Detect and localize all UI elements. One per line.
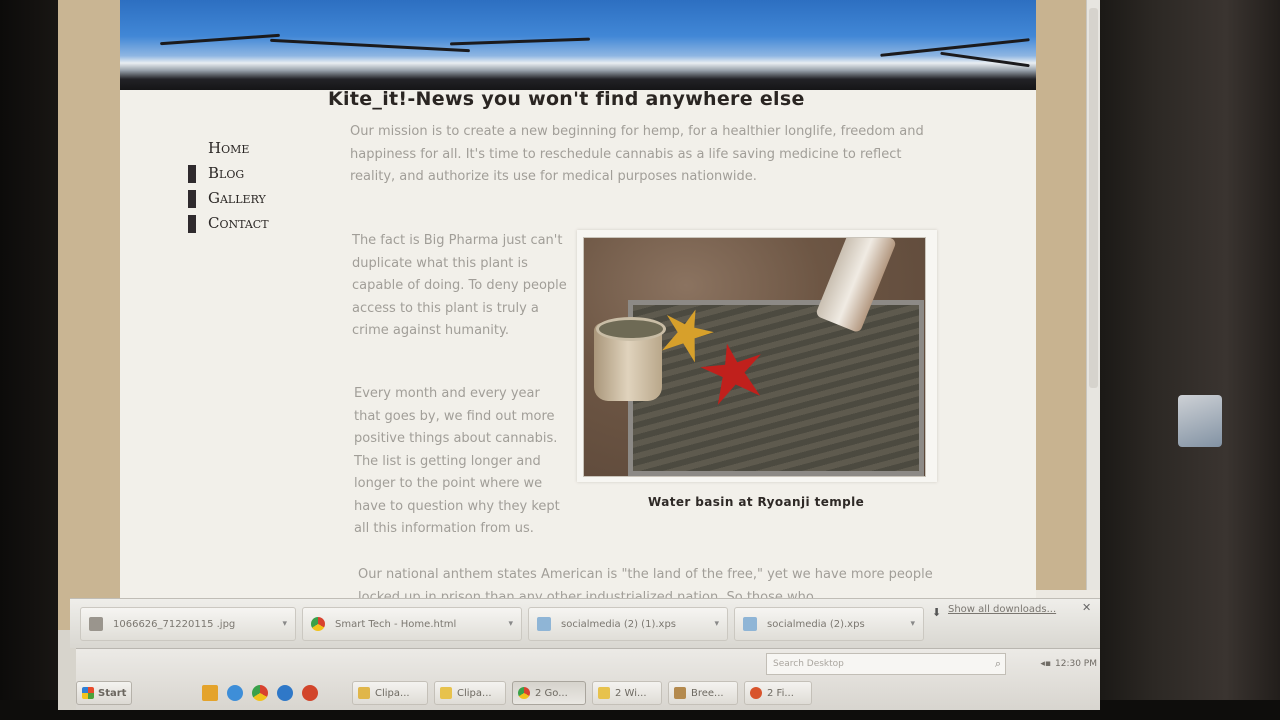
paint-icon [358,687,370,699]
folder-icon [598,687,610,699]
taskbar-button-label: Clipa... [375,687,410,699]
quicklaunch-ie-icon[interactable] [227,685,243,701]
nav-item-contact[interactable]: Contact [186,213,269,238]
header-banner [120,0,1036,90]
taskbar-button-label: 2 Go... [535,687,568,699]
chevron-down-icon[interactable]: ▾ [708,619,719,629]
image-file-icon [89,617,103,631]
chrome-icon [311,617,325,631]
chevron-down-icon[interactable]: ▾ [276,619,287,629]
web-page: Kite_it!-News you won't find anywhere el… [58,0,1100,630]
download-filename: Smart Tech - Home.html [335,618,457,630]
download-icon: ⬇ [932,607,942,619]
nav-item-blog[interactable]: Blog [186,163,269,188]
download-item[interactable]: socialmedia (2) (1).xps ▾ [528,607,728,641]
chevron-down-icon[interactable]: ▾ [904,619,915,629]
scrollbar-thumb[interactable] [1089,8,1098,388]
search-icon[interactable]: ⌕ [995,657,1001,671]
nav-bullet [188,190,196,208]
start-button[interactable]: Start [76,681,132,705]
photo-caption: Water basin at Ryoanji temple [648,495,865,509]
mission-paragraph: Our mission is to create a new beginning… [350,124,924,184]
quicklaunch-chrome-icon[interactable] [252,685,268,701]
room-background [1100,0,1280,720]
screen: Kite_it!-News you won't find anywhere el… [58,0,1100,710]
download-bar: 1066626_71220115 .jpg ▾ Smart Tech - Hom… [70,598,1100,648]
stone-basin [628,300,924,476]
site-title: Kite_it!-News you won't find anywhere el… [328,88,805,110]
chevron-down-icon[interactable]: ▾ [502,619,513,629]
start-label: Start [98,687,127,699]
download-filename: socialmedia (2).xps [767,618,865,630]
page-side-border-right [1036,0,1086,590]
taskbar-button[interactable]: Clipa... [352,681,428,705]
nav-item-label: Home [208,139,250,157]
vertical-scrollbar[interactable] [1086,0,1100,590]
search-placeholder: Search Desktop [773,659,844,669]
taskbar-button-chrome[interactable]: 2 Go... [512,681,586,705]
nav-bullet [188,165,196,183]
nav-item-label: Contact [208,214,269,232]
quicklaunch-app-icon[interactable] [202,685,218,701]
water-dipper [594,317,666,401]
close-icon[interactable]: ✕ [1082,601,1091,614]
xps-file-icon [743,617,757,631]
fact-paragraph: The fact is Big Pharma just can't duplic… [352,233,567,338]
water-basin-photo [583,237,926,477]
app-icon [674,687,686,699]
xps-file-icon [537,617,551,631]
folder-icon [440,687,452,699]
nav-item-label: Blog [208,164,245,182]
download-filename: 1066626_71220115 .jpg [113,618,236,630]
taskbar-button-label: 2 Fi... [767,687,794,699]
every-month-paragraph: Every month and every year that goes by,… [354,386,560,536]
nav-item-gallery[interactable]: Gallery [186,188,269,213]
system-tray: ◂▪ 12:30 PM [1021,649,1100,679]
taskbar: Search Desktop ⌕ ◂▪ 12:30 PM Start Clipa… [76,648,1100,710]
photo-of-monitor: Kite_it!-News you won't find anywhere el… [0,0,1280,720]
windows-logo-icon [82,687,94,699]
download-filename: socialmedia (2) (1).xps [561,618,676,630]
download-item[interactable]: Smart Tech - Home.html ▾ [302,607,522,641]
quicklaunch-browser-icon[interactable] [277,685,293,701]
network-icon[interactable]: ◂▪ [1040,659,1051,669]
site-nav: Home Blog Gallery Contact [186,138,269,238]
clock[interactable]: 12:30 PM [1055,659,1097,669]
desktop-search-input[interactable]: Search Desktop ⌕ [766,653,1006,675]
firefox-icon [750,687,762,699]
photo-frame [577,230,937,482]
quicklaunch-media-icon[interactable] [302,685,318,701]
nav-item-label: Gallery [208,189,266,207]
taskbar-button-label: 2 Wi... [615,687,647,699]
taskbar-button-label: Clipa... [457,687,492,699]
taskbar-button[interactable]: 2 Fi... [744,681,812,705]
taskbar-button[interactable]: Clipa... [434,681,506,705]
show-all-downloads-link[interactable]: Show all downloads... [948,604,1056,615]
download-item[interactable]: socialmedia (2).xps ▾ [734,607,924,641]
download-item[interactable]: 1066626_71220115 .jpg ▾ [80,607,296,641]
taskbar-button[interactable]: 2 Wi... [592,681,662,705]
nav-item-home[interactable]: Home [186,138,269,163]
nav-bullet [188,215,196,233]
taskbar-button[interactable]: Bree... [668,681,738,705]
chrome-icon [518,687,530,699]
window-glare [1178,395,1222,447]
taskbar-button-label: Bree... [691,687,724,699]
